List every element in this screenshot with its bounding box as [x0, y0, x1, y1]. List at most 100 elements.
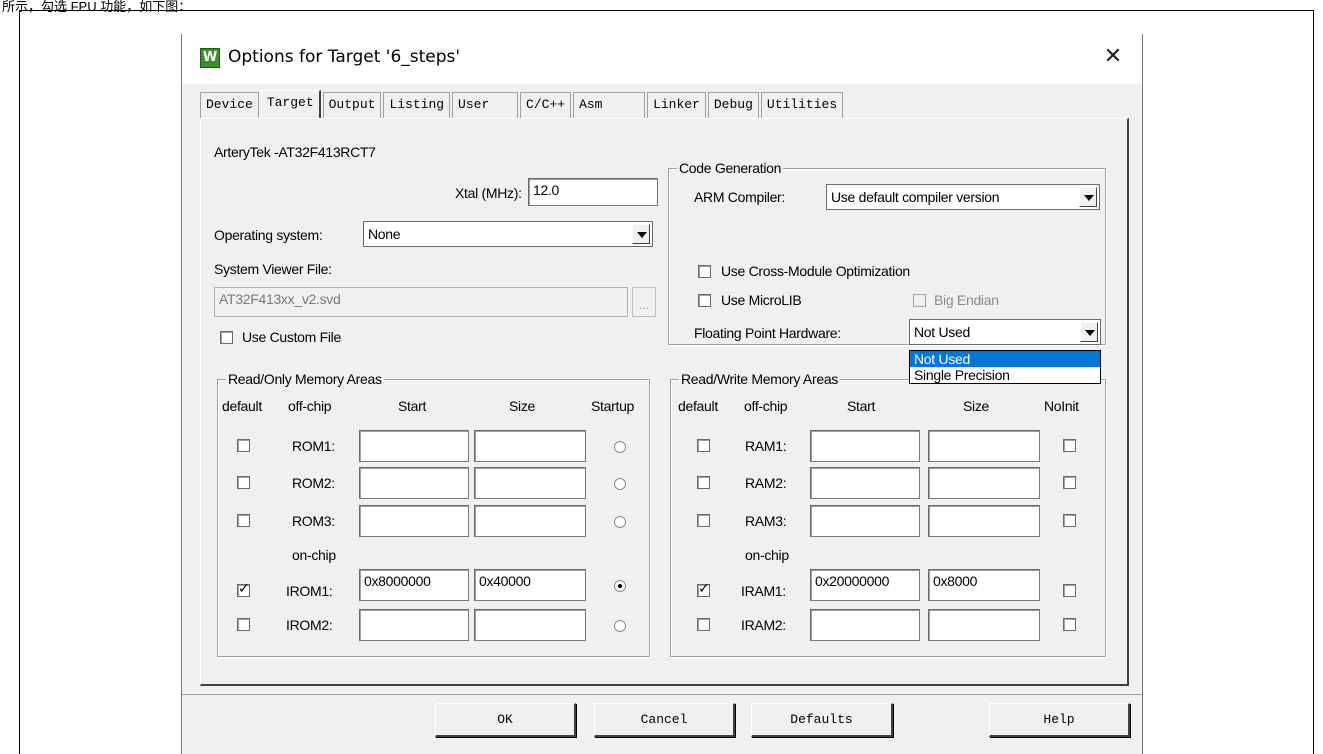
rom2-startup-radio[interactable] — [614, 478, 626, 490]
microlib-label: Use MicroLIB — [721, 292, 802, 308]
iram1-size-input[interactable]: 0x8000 — [928, 569, 1040, 601]
irom2-start-input[interactable] — [359, 609, 469, 641]
help-button[interactable]: Help — [989, 703, 1130, 737]
ram1-noinit-checkbox[interactable] — [1063, 439, 1076, 452]
svf-label: System Viewer File: — [214, 261, 332, 277]
ro-header-size: Size — [509, 398, 536, 414]
iram2-noinit-checkbox[interactable] — [1063, 618, 1076, 631]
rom3-startup-radio[interactable] — [614, 516, 626, 528]
ok-button[interactable]: OK — [435, 703, 576, 737]
rom1-default-checkbox[interactable] — [237, 439, 250, 452]
ro-header-offchip: off-chip — [288, 398, 332, 414]
irom2-default-checkbox[interactable] — [237, 618, 250, 631]
keil-app-icon: W — [200, 48, 220, 68]
ram3-default-checkbox[interactable] — [697, 514, 710, 527]
tab-debug[interactable]: Debug — [707, 92, 759, 118]
defaults-button[interactable]: Defaults — [751, 703, 893, 737]
cross-module-checkbox[interactable] — [698, 265, 711, 278]
ram1-default-checkbox[interactable] — [697, 439, 710, 452]
tab-device[interactable]: Device — [200, 92, 259, 118]
xtal-input[interactable]: 12.0 — [528, 178, 658, 206]
irom1-startup-radio[interactable] — [614, 580, 626, 592]
iram1-noinit-checkbox[interactable] — [1063, 584, 1076, 597]
irom1-start-input[interactable]: 0x8000000 — [359, 569, 469, 601]
fpu-label: Floating Point Hardware: — [694, 325, 841, 341]
os-label: Operating system: — [214, 227, 323, 243]
iram2-default-checkbox[interactable] — [697, 618, 710, 631]
tab-utilities[interactable]: Utilities — [760, 92, 844, 118]
tab-cpp[interactable]: C/C++ — [520, 92, 572, 118]
iram1-default-checkbox[interactable] — [697, 581, 710, 597]
chevron-down-icon[interactable] — [632, 224, 650, 244]
ram2-noinit-checkbox[interactable] — [1063, 476, 1076, 489]
microlib-checkbox[interactable] — [698, 294, 711, 307]
tab-listing[interactable]: Listing — [383, 92, 451, 118]
svf-browse-button: ... — [632, 287, 656, 317]
rom2-start-input[interactable] — [359, 467, 469, 499]
irom1-size-input[interactable]: 0x40000 — [474, 569, 586, 601]
rom2-size-input[interactable] — [474, 467, 586, 499]
close-icon[interactable]: ✕ — [1096, 42, 1130, 74]
ro-header-default: default — [222, 398, 262, 414]
rw-header-offchip: off-chip — [744, 398, 788, 414]
rw-header-size: Size — [963, 398, 990, 414]
tab-user[interactable]: User — [452, 92, 519, 118]
big-endian-label: Big Endian — [934, 292, 999, 308]
button-bar-separator — [182, 694, 1142, 695]
ram2-start-input[interactable] — [810, 467, 920, 499]
arm-compiler-select[interactable]: Use default compiler version — [826, 184, 1100, 210]
chevron-down-icon[interactable] — [1080, 322, 1098, 342]
ram2-size-input[interactable] — [928, 467, 1040, 499]
ram3-size-input[interactable] — [928, 505, 1040, 537]
os-select-value: None — [368, 226, 401, 242]
tab-target[interactable]: Target — [260, 90, 321, 118]
rom1-startup-radio[interactable] — [614, 441, 626, 453]
svf-input: AT32F413xx_v2.svd — [214, 287, 628, 317]
fpu-option-not-used[interactable]: Not Used — [910, 351, 1100, 367]
xtal-label: Xtal (MHz): — [455, 185, 522, 201]
rw-memory-title: Read/Write Memory Areas — [679, 371, 841, 387]
rw-header-start: Start — [847, 398, 876, 414]
irom2-size-input[interactable] — [474, 609, 586, 641]
rom3-start-input[interactable] — [359, 505, 469, 537]
rom2-label: ROM2: — [292, 475, 335, 491]
tab-linker[interactable]: Linker — [647, 92, 706, 118]
tab-asm[interactable]: Asm — [573, 92, 646, 118]
rom3-default-checkbox[interactable] — [237, 514, 250, 527]
tab-output[interactable]: Output — [322, 92, 382, 118]
fpu-select[interactable]: Not Used — [909, 319, 1101, 345]
os-select[interactable]: None — [363, 221, 653, 247]
big-endian-checkbox — [913, 294, 926, 307]
irom2-label: IROM2: — [286, 617, 333, 633]
rom1-label: ROM1: — [292, 438, 335, 454]
ram1-size-input[interactable] — [928, 430, 1040, 462]
iram2-label: IRAM2: — [741, 617, 786, 633]
irom1-default-checkbox[interactable] — [237, 581, 250, 597]
irom2-startup-radio[interactable] — [614, 620, 626, 632]
chevron-down-icon[interactable] — [1079, 187, 1097, 207]
arm-compiler-value: Use default compiler version — [831, 189, 1000, 205]
use-custom-file-checkbox[interactable] — [220, 331, 233, 344]
document-frame-right — [1313, 10, 1314, 754]
rom1-start-input[interactable] — [359, 430, 469, 462]
fpu-option-single-precision[interactable]: Single Precision — [910, 367, 1100, 383]
irom1-label: IROM1: — [286, 583, 333, 599]
rom2-default-checkbox[interactable] — [237, 476, 250, 489]
ro-header-startup: Startup — [591, 398, 635, 414]
iram1-label: IRAM1: — [741, 583, 786, 599]
iram2-size-input[interactable] — [928, 609, 1040, 641]
rom1-size-input[interactable] — [474, 430, 586, 462]
cancel-button[interactable]: Cancel — [594, 703, 735, 737]
ram1-start-input[interactable] — [810, 430, 920, 462]
iram2-start-input[interactable] — [810, 609, 920, 641]
document-caption: 所示，勾选 FPU 功能，如下图： — [2, 0, 192, 14]
iram1-start-input[interactable]: 0x20000000 — [810, 569, 920, 601]
ram1-label: RAM1: — [745, 438, 787, 454]
ram2-default-checkbox[interactable] — [697, 476, 710, 489]
ram3-noinit-checkbox[interactable] — [1063, 514, 1076, 527]
ram3-start-input[interactable] — [810, 505, 920, 537]
ram2-label: RAM2: — [745, 475, 787, 491]
use-custom-file-label: Use Custom File — [242, 329, 341, 345]
rom3-size-input[interactable] — [474, 505, 586, 537]
device-name: ArteryTek -AT32F413RCT7 — [214, 144, 376, 160]
